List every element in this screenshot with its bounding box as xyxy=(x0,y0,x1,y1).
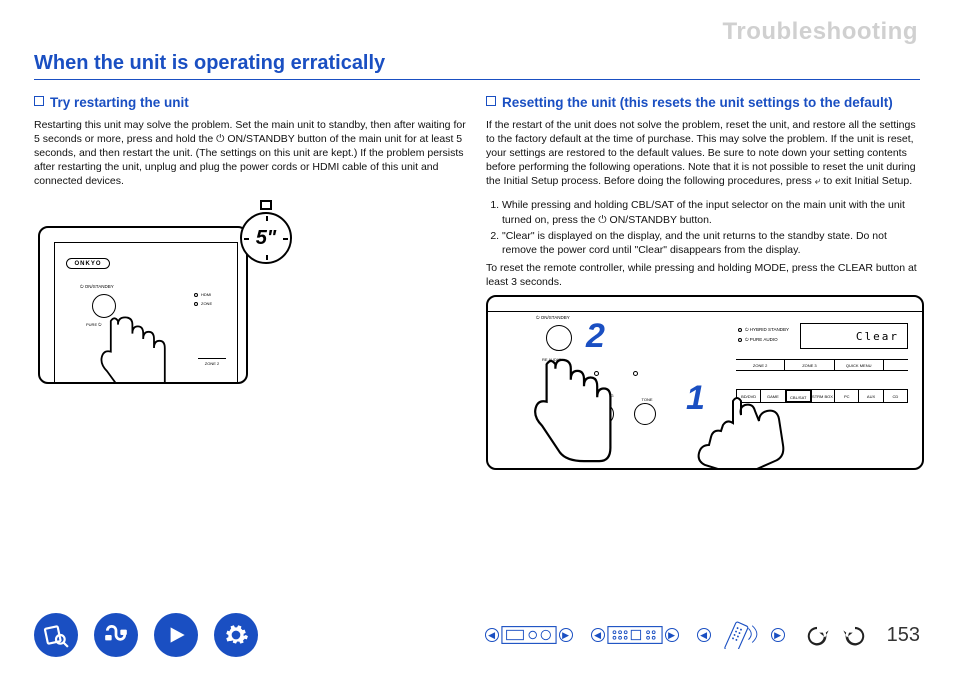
receiver-rear-icon[interactable] xyxy=(607,620,663,650)
gear-icon xyxy=(223,622,249,648)
page-number: 153 xyxy=(887,624,920,647)
step-2: "Clear" is displayed on the display, and… xyxy=(502,229,920,257)
bullet-icon xyxy=(486,96,496,106)
category-header: Troubleshooting xyxy=(34,18,920,46)
knob-b-label: TONE xyxy=(632,397,662,402)
led-indicators: HDMI ZONE xyxy=(194,292,222,326)
timer-value: 5" xyxy=(256,227,277,250)
reset-steps: While pressing and holding CBL/SAT of th… xyxy=(486,198,920,257)
led-indicators-2: ⏻ HYBRID STANDBY ⏻ PURE AUDIO xyxy=(738,325,789,345)
nav-search-manual-button[interactable] xyxy=(34,613,78,657)
step-1: While pressing and holding CBL/SAT of th… xyxy=(502,198,920,226)
onstandby-label-2: ⏻ ON/STANDBY xyxy=(536,315,570,320)
back-icon[interactable] xyxy=(803,621,831,649)
prev-arrow-button[interactable]: ◀ xyxy=(485,628,499,642)
figure-restart: ONKYO ⏻ ON/STANDBY PURE ⏻ HDMI ZONE ZONE… xyxy=(34,198,304,398)
next-arrow-button[interactable]: ▶ xyxy=(559,628,573,642)
right-subhead: Resetting the unit (this resets the unit… xyxy=(502,94,893,112)
onstandby-label: ⏻ ON/STANDBY xyxy=(80,284,114,289)
next-arrow-button[interactable]: ▶ xyxy=(771,628,785,642)
cable-icon xyxy=(103,622,129,648)
left-column: Try restarting the unit Restarting this … xyxy=(34,94,468,470)
prev-arrow-button[interactable]: ◀ xyxy=(591,628,605,642)
history-nav xyxy=(803,621,869,649)
step-number-2: 2 xyxy=(586,317,605,356)
search-manual-icon xyxy=(43,622,69,648)
left-subhead: Try restarting the unit xyxy=(50,94,189,112)
hand-icon xyxy=(518,353,628,468)
device-nav-3: ◀ ▶ xyxy=(697,620,785,650)
stopwatch-icon: 5" xyxy=(234,200,298,264)
unit-display: Clear xyxy=(800,323,908,349)
next-arrow-button[interactable]: ▶ xyxy=(665,628,679,642)
device-nav-2: ◀ ▶ xyxy=(591,620,679,650)
device-nav-1: ◀ ▶ xyxy=(485,620,573,650)
forward-icon[interactable] xyxy=(841,621,869,649)
hand-icon xyxy=(86,312,186,384)
nav-playback-button[interactable] xyxy=(154,613,198,657)
figure-reset: ⏻ ON/STANDBY RE AUDIO 2 LISTENING MODE T… xyxy=(486,295,924,470)
bullet-icon xyxy=(34,96,44,106)
play-icon xyxy=(163,622,189,648)
right-body1: If the restart of the unit does not solv… xyxy=(486,118,920,189)
zone-label: ZONE 2 xyxy=(198,358,226,368)
remote-icon[interactable] xyxy=(713,620,769,650)
left-body: Restarting this unit may solve the probl… xyxy=(34,118,468,189)
bottom-nav: ◀ ▶ ◀ ▶ xyxy=(0,608,954,662)
right-column: Resetting the unit (this resets the unit… xyxy=(486,94,920,470)
receiver-front-icon[interactable] xyxy=(501,620,557,650)
nav-connections-button[interactable] xyxy=(94,613,138,657)
hand-icon xyxy=(666,395,796,470)
nav-setup-button[interactable] xyxy=(214,613,258,657)
section-title: When the unit is operating erratically xyxy=(34,52,920,80)
brand-label: ONKYO xyxy=(66,258,110,269)
zone-row: ZONE 2 ZONE 3 QUICK MENU xyxy=(736,359,908,371)
right-body2: To reset the remote controller, while pr… xyxy=(486,261,920,289)
prev-arrow-button[interactable]: ◀ xyxy=(697,628,711,642)
